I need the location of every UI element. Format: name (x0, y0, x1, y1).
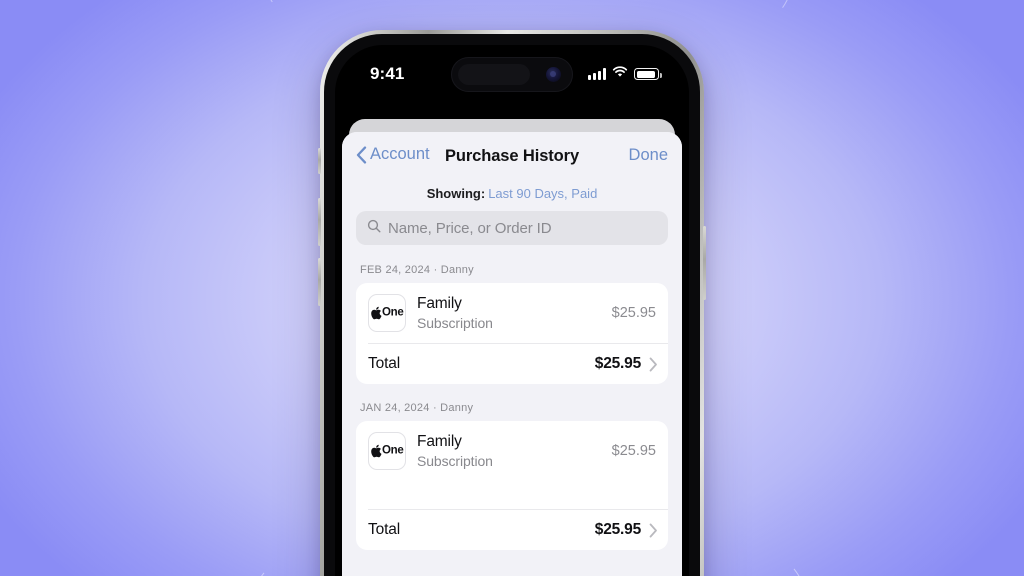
purchase-subtitle: Subscription (417, 314, 493, 331)
chevron-right-icon (649, 357, 658, 372)
purchase-price: $25.95 (611, 443, 656, 459)
purchase-row[interactable]: One Family Subscription $25.95 (356, 283, 668, 343)
apple-one-icon: One (368, 294, 406, 332)
purchase-history-sheet: Account Purchase History Done Showing: La… (342, 132, 682, 576)
purchase-row-texts: Family Subscription (417, 432, 593, 470)
status-bar-indicators (588, 65, 662, 83)
chevron-right-icon (649, 523, 658, 538)
mute-switch-button[interactable] (318, 148, 321, 174)
total-amount: $25.95 (594, 521, 641, 538)
front-camera-icon (546, 67, 561, 82)
total-label: Total (368, 521, 400, 538)
search-placeholder-text: Name, Price, or Order ID (388, 219, 552, 237)
background-arc-decoration (662, 0, 804, 44)
search-container: Name, Price, or Order ID (342, 211, 682, 259)
dynamic-island-sensor-pill (458, 64, 530, 85)
search-icon (367, 219, 381, 238)
filter-summary-value[interactable]: Last 90 Days, Paid (488, 186, 597, 201)
apple-logo-icon (370, 444, 382, 457)
purchase-row-texts: Family Subscription (417, 294, 593, 332)
purchase-title: Family (417, 433, 462, 451)
filter-summary-label: Showing: (426, 186, 486, 201)
battery-icon (634, 68, 662, 80)
navigation-bar: Account Purchase History Done (342, 132, 682, 184)
screenshot-canvas: 9:41 Account Purchase History Done Showi… (0, 0, 1024, 576)
purchase-total-row[interactable]: Total $25.95 (356, 344, 668, 384)
purchase-total-row[interactable]: Total $25.95 (356, 510, 668, 550)
total-amount: $25.95 (594, 355, 641, 372)
purchase-row[interactable]: One Family Subscription $25.95 (356, 421, 668, 481)
iphone-device-frame: 9:41 Account Purchase History Done Showi… (318, 30, 706, 576)
side-power-button[interactable] (703, 226, 706, 300)
volume-up-button[interactable] (318, 198, 321, 246)
status-bar-clock: 9:41 (370, 64, 405, 83)
signal-bars-icon (588, 68, 606, 80)
purchase-price: $25.95 (611, 305, 656, 321)
device-screen: 9:41 Account Purchase History Done Showi… (335, 45, 689, 576)
filter-summary: Showing: Last 90 Days, Paid (342, 184, 682, 211)
group-header-date: FEB 24, 2024 · Danny (360, 264, 474, 276)
dynamic-island (451, 57, 573, 92)
apple-one-icon-label: One (382, 444, 404, 457)
purchase-group-card: One Family Subscription $25.95 Total $25… (356, 283, 668, 384)
purchase-title: Family (417, 295, 462, 313)
apple-one-icon: One (368, 432, 406, 470)
apple-one-icon-label: One (382, 306, 404, 319)
apple-logo-icon (370, 306, 382, 319)
done-button[interactable]: Done (629, 146, 668, 165)
total-label: Total (368, 355, 400, 372)
volume-down-button[interactable] (318, 258, 321, 306)
device-bezel: 9:41 Account Purchase History Done Showi… (324, 34, 700, 576)
search-input[interactable]: Name, Price, or Order ID (356, 211, 668, 245)
wifi-icon (612, 65, 628, 83)
purchase-subtitle: Subscription (417, 452, 493, 469)
purchase-list[interactable]: FEB 24, 2024 · Danny One Family Subscrip… (342, 259, 682, 550)
purchase-group-card: One Family Subscription $25.95 Total $25… (356, 421, 668, 550)
group-header-date: JAN 24, 2024 · Danny (360, 402, 474, 414)
